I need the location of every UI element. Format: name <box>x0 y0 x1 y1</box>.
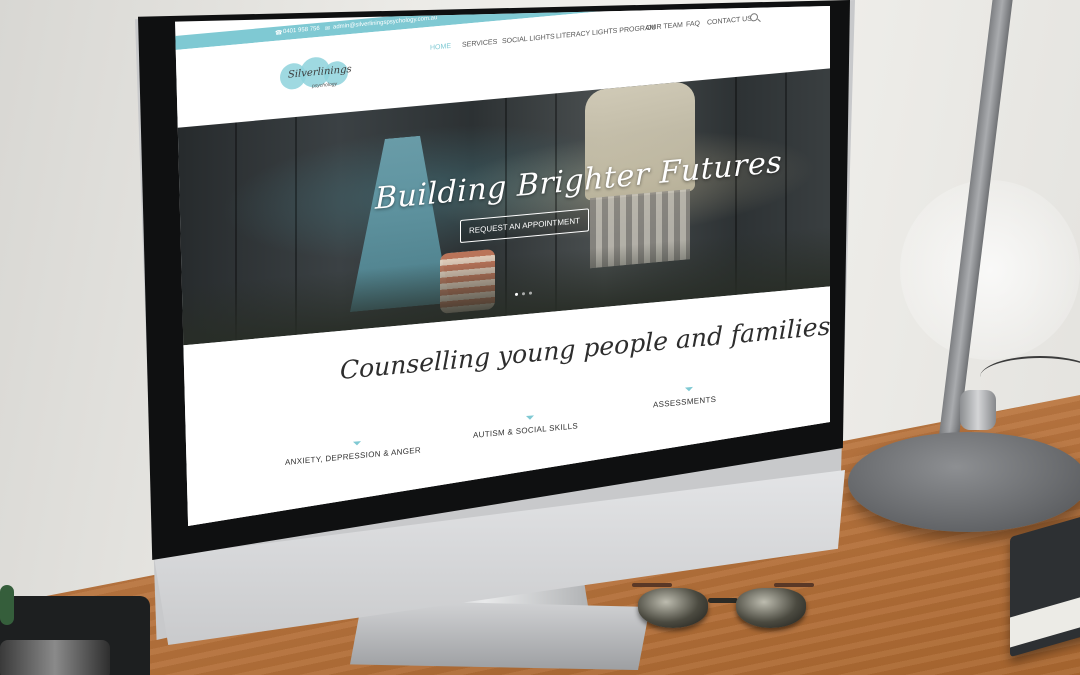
service-label: AUTISM & SOCIAL SKILLS <box>473 421 579 440</box>
nav-item-literacy-lights[interactable]: LITERACY LIGHTS PROGRAM <box>556 24 655 40</box>
service-marker-icon <box>353 441 361 446</box>
phone-number[interactable]: 0401 958 756 <box>283 26 320 35</box>
search-icon[interactable] <box>750 12 758 22</box>
nav-item-our-team[interactable]: OUR TEAM <box>646 22 683 32</box>
service-anxiety[interactable]: ANXIETY, DEPRESSION & ANGER <box>285 441 421 467</box>
lamp-glow <box>900 180 1080 360</box>
sunglasses <box>632 578 814 638</box>
hero-title: Building Brighter Futures <box>375 144 783 217</box>
service-marker-icon <box>684 386 693 392</box>
photo-scene: ☎ 0401 958 756 ✉ admin@silverliningspsyc… <box>0 0 1080 675</box>
logo-subtitle: psychology <box>312 81 338 90</box>
plant <box>0 585 14 625</box>
email-icon: ✉ <box>325 25 331 33</box>
service-label: ASSESSMENTS <box>653 394 717 410</box>
service-marker-icon <box>525 415 534 421</box>
service-assessments[interactable]: ASSESSMENTS <box>653 386 717 410</box>
nav-item-contact-us[interactable]: CONTACT US <box>707 16 752 27</box>
sunglasses-lens <box>736 588 806 628</box>
nav-item-home[interactable]: HOME <box>430 43 451 52</box>
site-logo[interactable]: Silverlinings psychology <box>280 54 352 96</box>
sunglasses-lens <box>638 588 708 628</box>
sunglasses-bridge <box>708 598 738 603</box>
sunglasses-arm <box>632 583 672 587</box>
nav-item-social-lights[interactable]: SOCIAL LIGHTS <box>502 33 555 45</box>
request-appointment-button[interactable]: REQUEST AN APPOINTMENT <box>460 208 589 244</box>
nav-item-faq[interactable]: FAQ <box>686 20 700 28</box>
desk-lamp-base <box>848 432 1080 532</box>
desk-lamp-joint <box>960 390 996 430</box>
service-label: ANXIETY, DEPRESSION & ANGER <box>285 445 421 467</box>
service-autism[interactable]: AUTISM & SOCIAL SKILLS <box>473 415 579 440</box>
camera <box>0 640 110 675</box>
nav-item-services[interactable]: SERVICES <box>462 39 497 49</box>
phone-icon: ☎ <box>275 30 283 37</box>
sunglasses-arm <box>774 583 814 587</box>
